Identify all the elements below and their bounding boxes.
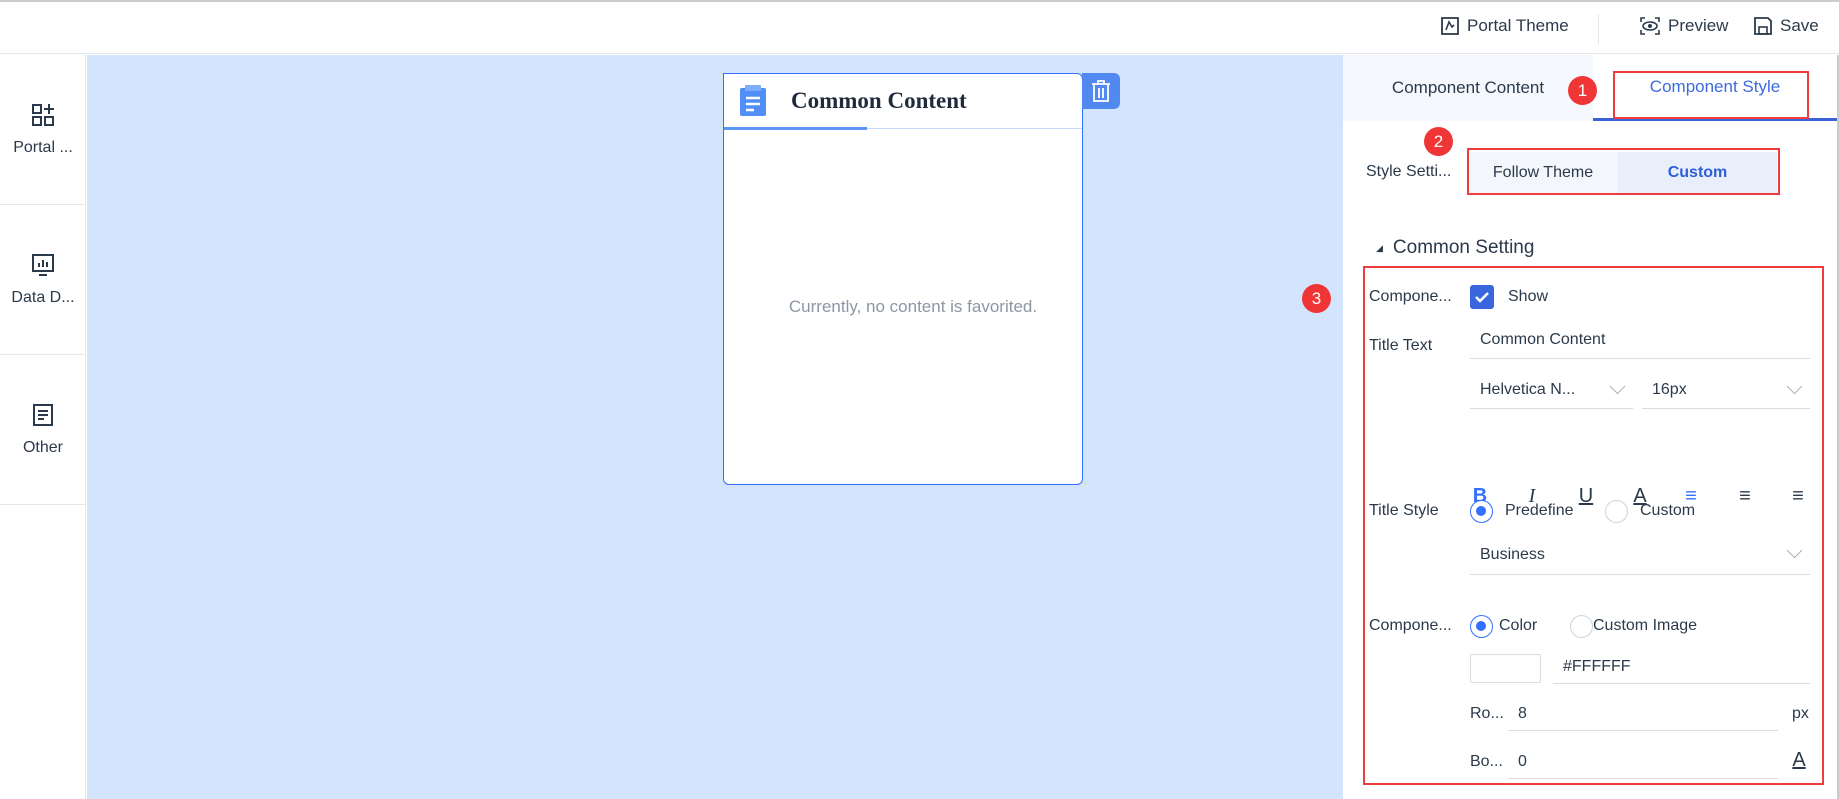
sidebar-item-label: Other: [22, 438, 63, 456]
top-toolbar: Portal Theme Preview Save: [0, 0, 1839, 54]
annotation-box-3: [1363, 266, 1824, 785]
sidebar-item-label: Data D...: [11, 288, 75, 306]
annotation-box-1: [1613, 71, 1809, 119]
sidebar-item-portal[interactable]: Portal ...: [0, 55, 86, 205]
annotation-badge-1: 1: [1568, 76, 1597, 105]
chart-monitor-icon: [32, 253, 54, 276]
annotation-badge-3: 3: [1302, 284, 1331, 313]
eye-icon: [1640, 17, 1660, 35]
delete-widget-button[interactable]: [1082, 73, 1120, 109]
save-icon: [1754, 17, 1772, 35]
design-canvas[interactable]: [87, 55, 1343, 799]
portal-theme-button[interactable]: Portal Theme: [1440, 16, 1569, 36]
document-icon: [33, 403, 53, 426]
preview-label: Preview: [1668, 16, 1729, 35]
add-grid-icon: [32, 103, 54, 126]
save-label: Save: [1780, 16, 1819, 35]
clipboard-icon: [740, 85, 766, 116]
style-setting-label: Style Setti...: [1366, 163, 1452, 180]
sidebar-item-data[interactable]: Data D...: [0, 205, 86, 355]
sidebar-item-other[interactable]: Other: [0, 355, 86, 505]
tab-component-content[interactable]: Component Content: [1343, 55, 1593, 121]
preview-button[interactable]: Preview: [1639, 16, 1728, 36]
properties-panel: Component Content Component Style Style …: [1302, 55, 1839, 799]
annotation-badge-2: 2: [1424, 127, 1453, 156]
sidebar-item-label: Portal ...: [13, 138, 73, 156]
widget-title: Common Content: [791, 88, 967, 113]
trash-icon: [1092, 80, 1110, 102]
component-sidebar: Portal ... Data D... Other: [0, 55, 86, 799]
section-title: Common Setting: [1392, 237, 1535, 258]
title-underline: [724, 127, 867, 130]
annotation-box-2: [1467, 148, 1780, 195]
common-setting-section[interactable]: ◢ Common Setting: [1376, 237, 1534, 259]
common-content-widget[interactable]: Common Content Currently, no content is …: [723, 73, 1083, 485]
save-button[interactable]: Save: [1753, 16, 1819, 36]
empty-state-text: Currently, no content is favorited.: [788, 297, 1038, 316]
portal-theme-label: Portal Theme: [1467, 16, 1569, 35]
toolbar-divider: [1598, 14, 1599, 44]
collapse-triangle-icon: ◢: [1376, 242, 1383, 253]
theme-icon: [1441, 17, 1459, 35]
widget-header: Common Content: [724, 74, 1082, 130]
